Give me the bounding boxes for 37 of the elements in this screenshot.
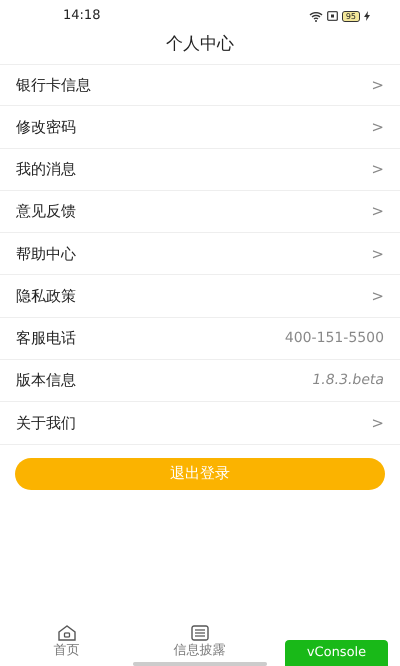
menu-item[interactable]: 意见反馈 > [0,190,400,234]
menu-item[interactable]: 帮助中心 > [0,233,400,276]
menu-label: 隐私政策 [16,286,76,307]
menu-item[interactable]: 关于我们 > [0,402,400,445]
chevron-icon: > [371,412,384,434]
chevron-icon: > [371,242,384,266]
chevron-icon: > [371,116,384,138]
menu-label: 银行卡信息 [16,74,91,96]
notification-icon [326,11,338,21]
page-title: 个人中心 [165,33,235,56]
tab-item[interactable]: 信息披露 [133,620,266,666]
menu-item[interactable]: 修改密码 > [0,106,400,149]
menu-label: 意见反馈 [16,201,76,222]
chevron-icon: > [371,158,384,180]
home-icon [56,625,76,642]
menu-item[interactable]: 隐私政策 > [0,275,400,318]
list-icon [190,625,208,642]
menu-value: 1.8.3.beta [312,371,384,390]
menu-value: 400-151-5500 [284,328,384,348]
menu-item[interactable]: 我的消息 > [0,148,400,191]
menu-item[interactable]: 客服电话 400-151-5500 [0,318,400,360]
menu-label: 帮助中心 [16,244,76,265]
chevron-icon: > [371,284,384,308]
tab-item[interactable]: 首页 [0,620,133,666]
menu-item[interactable]: 银行卡信息 > [0,64,400,106]
menu-label: 版本信息 [16,370,76,392]
menu-item[interactable]: 版本信息 1.8.3.beta [0,360,400,402]
battery-level: 95 [342,10,360,22]
menu-label: 客服电话 [16,328,76,350]
chevron-icon: > [371,200,384,223]
charging-icon [364,11,370,21]
wifi-icon [308,10,323,22]
status-time: 14:18 [63,7,100,26]
menu-label: 修改密码 [16,116,76,138]
menu-label: 我的消息 [16,158,76,180]
chevron-icon: > [371,74,384,96]
menu-label: 关于我们 [16,412,76,434]
